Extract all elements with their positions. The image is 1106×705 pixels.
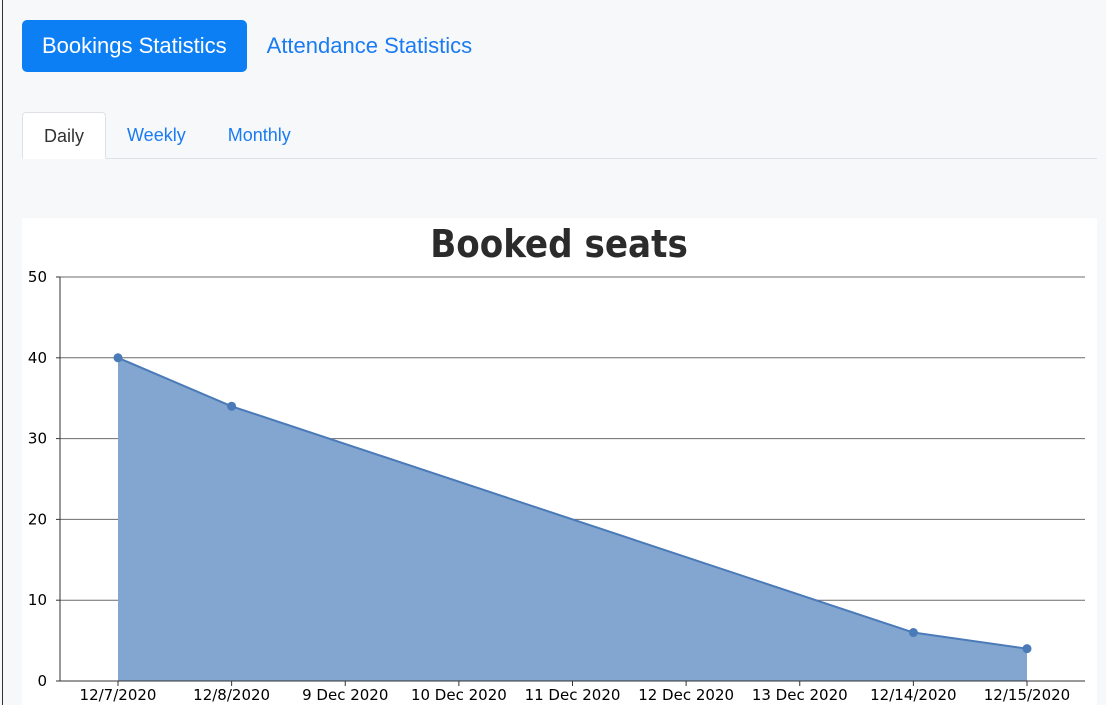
x-tick-label: 12/15/2020 bbox=[984, 686, 1070, 704]
x-tick-label: 12 Dec 2020 bbox=[638, 686, 734, 704]
x-tick-label: 12/8/2020 bbox=[193, 686, 270, 704]
statistics-nav: Bookings Statistics Attendance Statistic… bbox=[22, 20, 492, 72]
bookings-statistics-tab[interactable]: Bookings Statistics bbox=[22, 20, 247, 72]
tab-daily[interactable]: Daily bbox=[22, 112, 107, 159]
booked-seats-chart-card: Booked seats 0 10 20 30 40 50 12/7/2020 12/8/202… bbox=[22, 218, 1097, 705]
x-tick-label: 11 Dec 2020 bbox=[525, 686, 621, 704]
data-point bbox=[1022, 644, 1032, 654]
period-tabs: Daily Weekly Monthly bbox=[22, 112, 1097, 159]
x-tick-label: 13 Dec 2020 bbox=[752, 686, 848, 704]
chart-title: Booked seats bbox=[430, 222, 688, 266]
x-tick-label: 9 Dec 2020 bbox=[302, 686, 388, 704]
data-point bbox=[227, 401, 237, 411]
tab-weekly[interactable]: Weekly bbox=[106, 112, 207, 158]
page-left-border bbox=[2, 0, 3, 705]
data-point bbox=[113, 353, 123, 363]
x-tick-label: 10 Dec 2020 bbox=[411, 686, 507, 704]
booked-seats-chart: Booked seats 0 10 20 30 40 50 12/7/2020 12/8/202… bbox=[28, 222, 1085, 704]
x-tick-label: 12/14/2020 bbox=[870, 686, 956, 704]
y-tick-label: 0 bbox=[37, 672, 47, 690]
y-tick-label: 10 bbox=[28, 591, 47, 609]
y-tick-label: 40 bbox=[28, 349, 47, 367]
attendance-statistics-tab[interactable]: Attendance Statistics bbox=[247, 20, 492, 72]
y-tick-label: 20 bbox=[28, 510, 47, 528]
y-tick-label: 30 bbox=[28, 430, 47, 448]
data-point bbox=[908, 628, 918, 638]
tab-monthly[interactable]: Monthly bbox=[207, 112, 312, 158]
y-tick-label: 50 bbox=[28, 268, 47, 286]
x-tick-label: 12/7/2020 bbox=[80, 686, 157, 704]
